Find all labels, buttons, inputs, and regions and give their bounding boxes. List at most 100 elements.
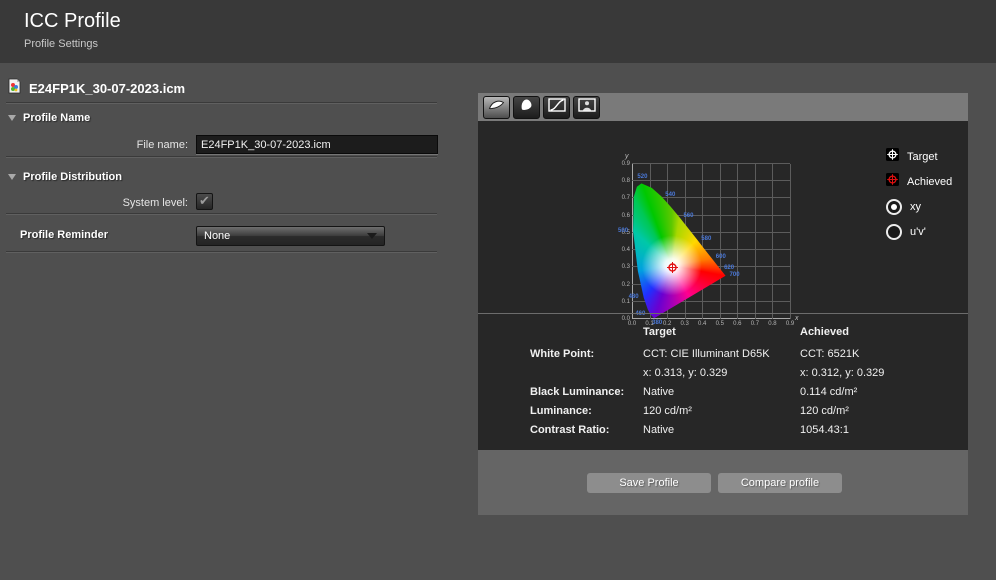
section-title: Profile Name	[23, 112, 90, 124]
wavelength-label: 460	[635, 311, 645, 317]
file-name-label: File name:	[40, 139, 188, 151]
table-row: White Point:CCT: CIE Illuminant D65Kx: 0…	[530, 345, 958, 383]
chart-legend: Target Achieved xy	[886, 147, 952, 247]
chromaticity-chart: y x 0.00.10.20.30.40.50.60.70.80.90.00.1…	[478, 121, 968, 313]
y-axis-label: y	[625, 153, 629, 160]
profile-reminder-label: Profile Reminder	[20, 229, 108, 241]
system-level-label: System level:	[40, 197, 188, 209]
wavelength-label: 560	[683, 213, 693, 219]
icc-profile-window: ICC Profile Profile Settings E24FP1K_30-…	[0, 0, 996, 580]
file-name-input[interactable]	[196, 135, 438, 154]
radio-xy[interactable]	[886, 199, 902, 215]
comparison-table-body: White Point:CCT: CIE Illuminant D65Kx: 0…	[530, 345, 958, 440]
radio-uv-label: u'v'	[910, 226, 926, 238]
legend-achieved-row: Achieved	[886, 172, 952, 192]
table-cell: Black Luminance:	[530, 383, 643, 402]
legend-achieved-label: Achieved	[907, 176, 952, 188]
table-row: Black Luminance:Native0.114 cd/m²	[530, 383, 958, 402]
wavelength-label: 620	[724, 265, 734, 271]
divider	[6, 102, 437, 103]
wavelength-label: 540	[665, 192, 675, 198]
x-axis-label: x	[795, 315, 799, 322]
gridline	[632, 163, 790, 164]
checkmark-icon: ✔	[199, 194, 210, 207]
y-tick-label: 0.8	[616, 178, 630, 184]
button-bar: Save Profile Compare profile	[478, 450, 968, 515]
save-profile-button[interactable]: Save Profile	[587, 473, 711, 493]
wavelength-label: 600	[716, 254, 726, 260]
radio-row-uv: u'v'	[886, 222, 952, 242]
radio-uv[interactable]	[886, 224, 902, 240]
radio-row-xy: xy	[886, 197, 952, 217]
dropdown-selected-value: None	[197, 230, 367, 242]
chromaticity-diagram-icon	[519, 98, 534, 117]
table-cell: White Point:	[530, 345, 643, 383]
wavelength-label: 480	[629, 294, 639, 300]
y-tick-label: 0.7	[616, 195, 630, 201]
table-cell: 1054.43:1	[800, 421, 958, 440]
section-profile-distribution[interactable]: Profile Distribution	[8, 171, 122, 183]
legend-target-label: Target	[907, 151, 938, 163]
column-target: Target	[643, 323, 800, 342]
toolbar-button-profile-photo[interactable]	[573, 96, 600, 119]
table-row: Luminance:120 cd/m²120 cd/m²	[530, 402, 958, 421]
plot-area: y x 0.00.10.20.30.40.50.60.70.80.90.00.1…	[632, 164, 790, 319]
toolbar-button-chromaticity[interactable]	[513, 96, 540, 119]
gridline	[720, 164, 721, 319]
wavelength-label: 500	[618, 228, 628, 234]
toolbar-button-tone-curve[interactable]	[543, 96, 570, 119]
target-marker-icon	[886, 148, 899, 166]
gridline	[790, 164, 791, 319]
radio-xy-label: xy	[910, 201, 921, 213]
system-level-checkbox[interactable]: ✔	[196, 193, 213, 210]
divider	[6, 251, 437, 252]
table-cell: Native	[643, 383, 800, 402]
table-header-row: Target Achieved	[530, 323, 958, 342]
gridline	[755, 164, 756, 319]
wavelength-label: 700	[730, 272, 740, 278]
gridline	[772, 164, 773, 319]
gridline	[632, 318, 790, 319]
profile-file-title: E24FP1K_30-07-2023.icm	[29, 81, 185, 96]
tone-curve-icon	[548, 98, 566, 117]
table-cell: CCT: 6521Kx: 0.312, y: 0.329	[800, 345, 958, 383]
section-profile-name[interactable]: Profile Name	[8, 112, 90, 124]
y-tick-label: 0.2	[616, 282, 630, 288]
chevron-down-icon	[367, 233, 377, 239]
y-tick-label: 0.0	[616, 316, 630, 322]
table-row: Contrast Ratio:Native1054.43:1	[530, 421, 958, 440]
column-achieved: Achieved	[800, 323, 958, 342]
icc-profile-document-icon	[8, 78, 21, 99]
gridline	[737, 164, 738, 319]
compare-profile-button[interactable]: Compare profile	[718, 473, 842, 493]
wavelength-label: 520	[637, 174, 647, 180]
divider	[6, 156, 437, 157]
profile-report-panel: y x 0.00.10.20.30.40.50.60.70.80.90.00.1…	[478, 93, 968, 515]
profile-reminder-dropdown[interactable]: None	[196, 226, 385, 246]
divider	[6, 213, 437, 214]
achieved-marker-icon	[886, 173, 899, 191]
gridline	[632, 180, 790, 181]
profile-file-header: E24FP1K_30-07-2023.icm	[8, 78, 185, 99]
section-title: Profile Distribution	[23, 171, 122, 183]
collapse-triangle-icon	[8, 174, 16, 180]
table-cell: Contrast Ratio:	[530, 421, 643, 440]
legend-target-row: Target	[886, 147, 952, 167]
collapse-triangle-icon	[8, 115, 16, 121]
toolbar-button-gamut-3d[interactable]	[483, 96, 510, 119]
profile-photo-icon	[578, 98, 596, 117]
y-tick-label: 0.9	[616, 161, 630, 167]
wavelength-label: 580	[701, 236, 711, 242]
y-tick-label: 0.6	[616, 213, 630, 219]
divider	[478, 313, 968, 314]
comparison-table: Target Achieved White Point:CCT: CIE Ill…	[530, 323, 958, 440]
table-cell: CCT: CIE Illuminant D65Kx: 0.313, y: 0.3…	[643, 345, 800, 383]
y-tick-label: 0.3	[616, 264, 630, 270]
view-toolbar	[478, 93, 968, 121]
table-cell: Luminance:	[530, 402, 643, 421]
table-cell: 120 cd/m²	[800, 402, 958, 421]
page-header: ICC Profile Profile Settings	[0, 0, 996, 63]
table-cell: Native	[643, 421, 800, 440]
achieved-white-point-marker	[667, 260, 678, 271]
page-title: ICC Profile	[24, 10, 121, 33]
